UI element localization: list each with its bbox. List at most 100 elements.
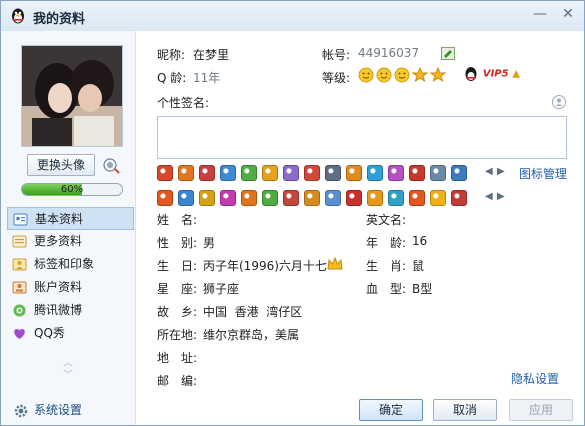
- icon-manage-link[interactable]: 图标管理: [519, 165, 567, 182]
- minimize-button[interactable]: —: [529, 5, 551, 23]
- service-icons-row-1: [157, 164, 477, 182]
- age-value: 16: [412, 234, 428, 248]
- cancel-button[interactable]: 取消: [433, 399, 497, 421]
- service-badge-icon[interactable]: [157, 190, 173, 206]
- vip-badge[interactable]: VIP5 ▲: [463, 66, 520, 84]
- service-badge-icon[interactable]: [283, 190, 299, 206]
- service-badge-icon[interactable]: [304, 165, 320, 181]
- gender-value: 男: [203, 236, 216, 250]
- sidebar-item-tags[interactable]: 标签和印象: [7, 253, 134, 276]
- service-badge-icon[interactable]: [388, 165, 404, 181]
- chevron-down-icon[interactable]: ﹀: [61, 370, 75, 382]
- change-avatar-button[interactable]: 更换头像: [27, 154, 95, 176]
- close-button[interactable]: ✕: [557, 5, 579, 23]
- english-name-label: 英文名:: [366, 213, 407, 227]
- account-value: 44916037: [358, 46, 420, 60]
- edit-icon[interactable]: [441, 47, 455, 60]
- service-badge-icon[interactable]: [220, 165, 236, 181]
- service-badge-icon[interactable]: [430, 190, 446, 206]
- service-badge-icon[interactable]: [451, 190, 467, 206]
- service-badge-icon[interactable]: [388, 190, 404, 206]
- id-card-icon: [13, 213, 28, 226]
- nickname-label: 昵称:: [157, 48, 186, 62]
- service-icons-row-2: [157, 189, 477, 207]
- sidebar-nav: 基本资料 更多资料 标签和印象 账户资料 腾讯微博 QQ秀: [7, 207, 134, 345]
- signature-history-icon[interactable]: [551, 94, 567, 110]
- sidebar: 更换头像 60% 基本资料 更多资料 标签和印象 账户资料 腾讯微博 QQ秀 ︿…: [1, 31, 136, 425]
- signature-input[interactable]: [157, 116, 567, 159]
- location-label: 所在地:: [157, 328, 198, 342]
- service-badge-icon[interactable]: [178, 190, 194, 206]
- sidebar-item-qq-show[interactable]: QQ秀: [7, 322, 134, 345]
- hometown-value: 中国 香港 湾仔区: [203, 305, 303, 319]
- triangle-left-icon[interactable]: ◀: [485, 191, 493, 202]
- system-settings-label: 系统设置: [34, 403, 83, 417]
- triangle-right-icon[interactable]: ▶: [497, 166, 505, 177]
- sidebar-scroll[interactable]: ︿ ﹀: [61, 358, 75, 382]
- service-badge-icon[interactable]: [409, 190, 425, 206]
- title-bar[interactable]: 我的资料 — ✕: [1, 1, 584, 31]
- gender-label: 性 别:: [157, 236, 198, 250]
- service-badge-icon[interactable]: [304, 190, 320, 206]
- triangle-left-icon[interactable]: ◀: [485, 166, 493, 177]
- birthday-value: 丙子年(1996)六月十七: [203, 259, 327, 273]
- service-badge-icon[interactable]: [451, 165, 467, 181]
- level-icons[interactable]: [358, 66, 448, 84]
- constellation-value: 狮子座: [203, 282, 240, 296]
- service-badge-icon[interactable]: [178, 165, 194, 181]
- profile-completion-bar: 60%: [21, 183, 123, 196]
- footer: 确定 取消 应用: [137, 396, 584, 425]
- apply-button[interactable]: 应用: [509, 399, 573, 421]
- service-badge-icon[interactable]: [262, 165, 278, 181]
- camera-icon[interactable]: [101, 155, 121, 175]
- service-badge-icon[interactable]: [367, 190, 383, 206]
- sidebar-item-label: 更多资料: [34, 234, 83, 248]
- system-settings-link[interactable]: 系统设置: [13, 401, 82, 419]
- service-badge-icon[interactable]: [430, 165, 446, 181]
- service-badge-icon[interactable]: [367, 165, 383, 181]
- service-badge-icon[interactable]: [220, 190, 236, 206]
- sidebar-item-more-info[interactable]: 更多资料: [7, 230, 134, 253]
- vip-level-text: VIP5: [482, 68, 509, 80]
- hometown-label: 故 乡:: [157, 305, 198, 319]
- ok-button[interactable]: 确定: [359, 399, 423, 421]
- qq-penguin-icon: [465, 67, 477, 81]
- service-badge-icon[interactable]: [199, 165, 215, 181]
- service-badge-icon[interactable]: [409, 165, 425, 181]
- service-badge-icon[interactable]: [241, 190, 257, 206]
- nickname-value[interactable]: 在梦里: [193, 46, 229, 63]
- qage-label: Q 龄:: [157, 71, 187, 85]
- birthday-label: 生 日:: [157, 259, 198, 273]
- service-badge-icon[interactable]: [283, 165, 299, 181]
- privacy-settings-link[interactable]: 隐私设置: [511, 370, 559, 387]
- service-badge-icon[interactable]: [241, 165, 257, 181]
- window-title: 我的资料: [33, 12, 86, 27]
- postcode-label: 邮 编:: [157, 374, 198, 388]
- qq-penguin-icon: [12, 8, 24, 24]
- sidebar-item-label: 基本资料: [35, 212, 84, 226]
- constellation-label: 星 座:: [157, 282, 198, 296]
- account-label: 帐号:: [322, 48, 351, 62]
- service-badge-icon[interactable]: [325, 165, 341, 181]
- triangle-right-icon[interactable]: ▶: [497, 191, 505, 202]
- avatar[interactable]: [21, 45, 123, 147]
- chevron-up-icon[interactable]: ︿: [61, 358, 75, 370]
- service-badge-icon[interactable]: [199, 190, 215, 206]
- zodiac-value: 鼠: [412, 259, 425, 273]
- sidebar-item-basic-info[interactable]: 基本资料: [7, 207, 134, 230]
- avatar-photo: [22, 46, 122, 146]
- sidebar-item-label: QQ秀: [34, 326, 65, 340]
- service-badge-icon[interactable]: [262, 190, 278, 206]
- age-label: 年 龄:: [366, 236, 407, 250]
- service-badge-icon[interactable]: [325, 190, 341, 206]
- tag-person-icon: [12, 258, 27, 271]
- service-badge-icon[interactable]: [346, 190, 362, 206]
- level-label: 等级:: [322, 71, 351, 85]
- sidebar-item-label: 腾讯微博: [34, 303, 83, 317]
- sidebar-item-account[interactable]: 账户资料: [7, 276, 134, 299]
- service-badge-icon[interactable]: [157, 165, 173, 181]
- service-badge-icon[interactable]: [346, 165, 362, 181]
- document-list-icon: [12, 235, 27, 248]
- arrow-up-icon: ▲: [512, 68, 521, 80]
- sidebar-item-weibo[interactable]: 腾讯微博: [7, 299, 134, 322]
